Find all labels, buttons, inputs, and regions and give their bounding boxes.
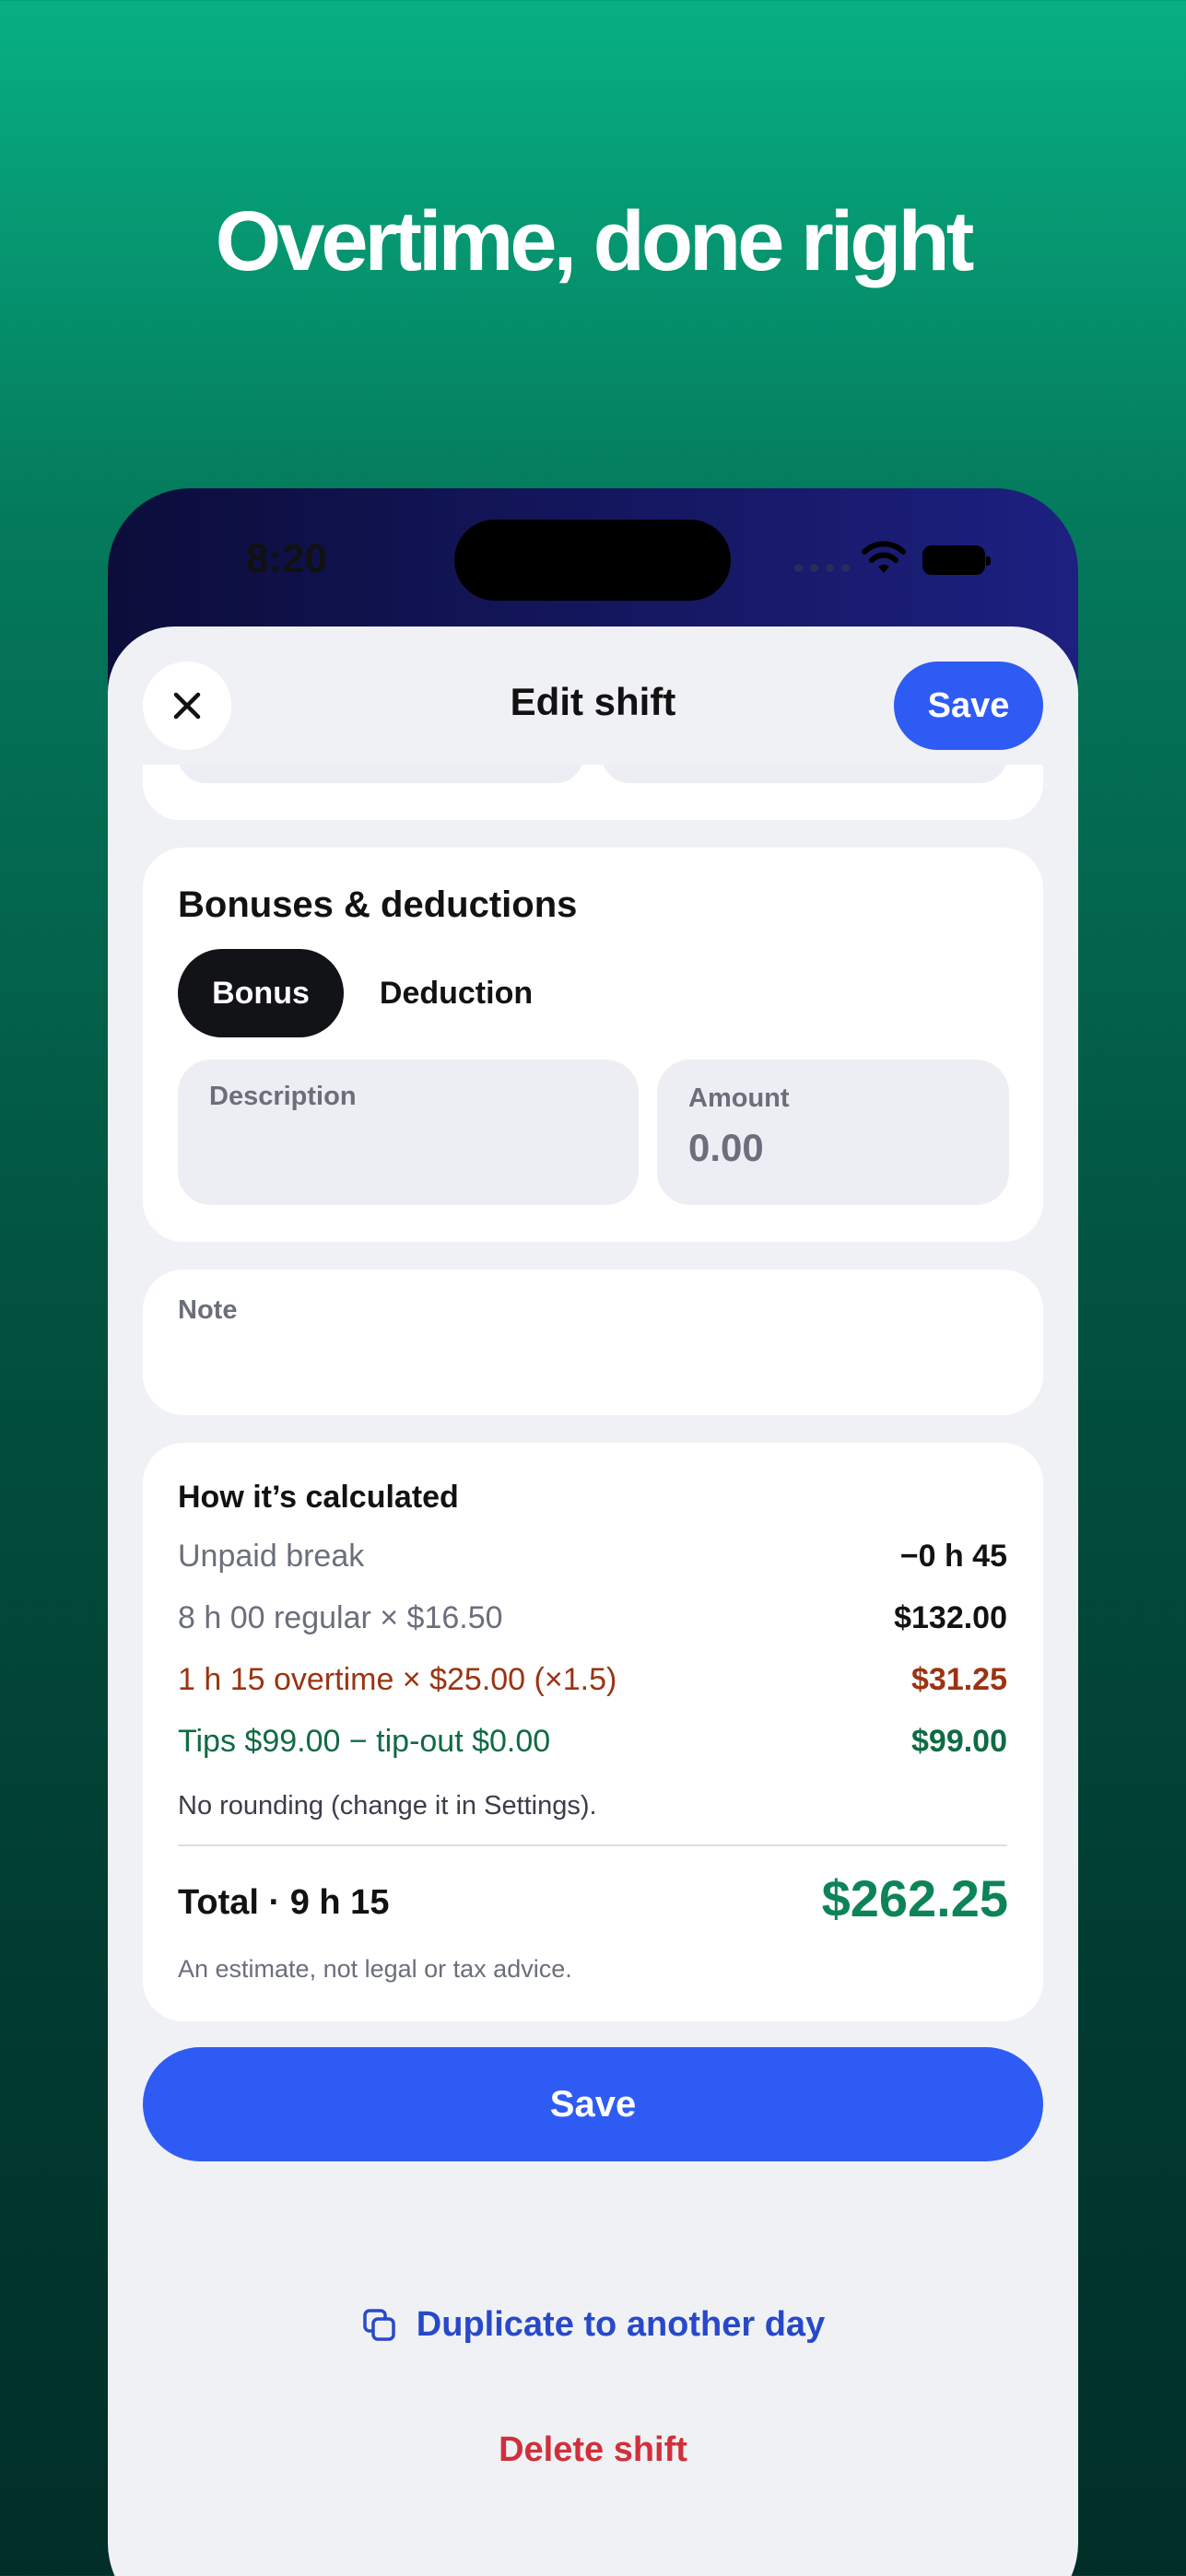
delete-shift-button[interactable]: Delete shift	[108, 2430, 1078, 2470]
amount-label: Amount	[688, 1083, 790, 1113]
calc-row-label: 8 h 00 regular × $16.50	[178, 1600, 503, 1635]
note-label: Note	[178, 1295, 238, 1325]
phone-frame: 8:20 Edit shift Save Bonuses & deduction…	[108, 488, 1078, 2576]
calc-row-value: $132.00	[894, 1600, 1007, 1635]
calc-row-value: $99.00	[911, 1724, 1007, 1759]
calc-row-value: −0 h 45	[899, 1539, 1007, 1574]
calculation-card: How it’s calculated Unpaid break −0 h 45…	[143, 1443, 1043, 2021]
description-label: Description	[209, 1082, 357, 1111]
calc-row-label: 1 h 15 overtime × $25.00 (×1.5)	[178, 1662, 617, 1697]
segment-deduction[interactable]: Deduction	[364, 949, 548, 1037]
calc-row-overtime: 1 h 15 overtime × $25.00 (×1.5) $31.25	[178, 1662, 1007, 1698]
previous-card-stub	[143, 765, 1043, 820]
rounding-note: No rounding (change it in Settings).	[178, 1791, 597, 1821]
duplicate-button[interactable]: Duplicate to another day	[108, 2305, 1078, 2345]
calc-row-unpaid-break: Unpaid break −0 h 45	[178, 1539, 1007, 1575]
note-field[interactable]: Note	[143, 1270, 1043, 1415]
copy-icon	[363, 2308, 395, 2341]
description-field[interactable]: Description	[178, 1060, 639, 1205]
cellular-signal-icon	[794, 564, 850, 572]
hero-title: Overtime, done right	[215, 194, 975, 288]
status-time: 8:20	[246, 536, 328, 581]
save-button-header[interactable]: Save	[894, 662, 1043, 750]
bonuses-heading: Bonuses & deductions	[178, 884, 578, 925]
calc-row-label: Unpaid break	[178, 1539, 365, 1574]
save-button[interactable]: Save	[143, 2047, 1043, 2161]
battery-icon	[922, 545, 991, 575]
disclaimer: An estimate, not legal or tax advice.	[178, 1955, 572, 1983]
calc-heading: How it’s calculated	[178, 1480, 459, 1515]
divider	[178, 1844, 1007, 1846]
wifi-icon	[862, 541, 906, 573]
amount-placeholder: 0.00	[688, 1126, 764, 1169]
amount-field[interactable]: Amount 0.00	[657, 1060, 1009, 1205]
edit-shift-sheet: Edit shift Save Bonuses & deductions Bon…	[108, 626, 1078, 2576]
calc-row-regular: 8 h 00 regular × $16.50 $132.00	[178, 1600, 1007, 1636]
total-value: $262.25	[821, 1869, 1008, 1927]
bonuses-card: Bonuses & deductions Bonus Deduction Des…	[143, 848, 1043, 1242]
total-label: Total · 9 h 15	[178, 1883, 390, 1922]
calc-row-tips: Tips $99.00 − tip-out $0.00 $99.00	[178, 1724, 1007, 1760]
dynamic-island	[454, 520, 731, 601]
segment-bonus[interactable]: Bonus	[178, 949, 344, 1037]
duplicate-label: Duplicate to another day	[416, 2305, 826, 2344]
calc-row-value: $31.25	[911, 1662, 1007, 1697]
calc-row-label: Tips $99.00 − tip-out $0.00	[178, 1724, 551, 1759]
